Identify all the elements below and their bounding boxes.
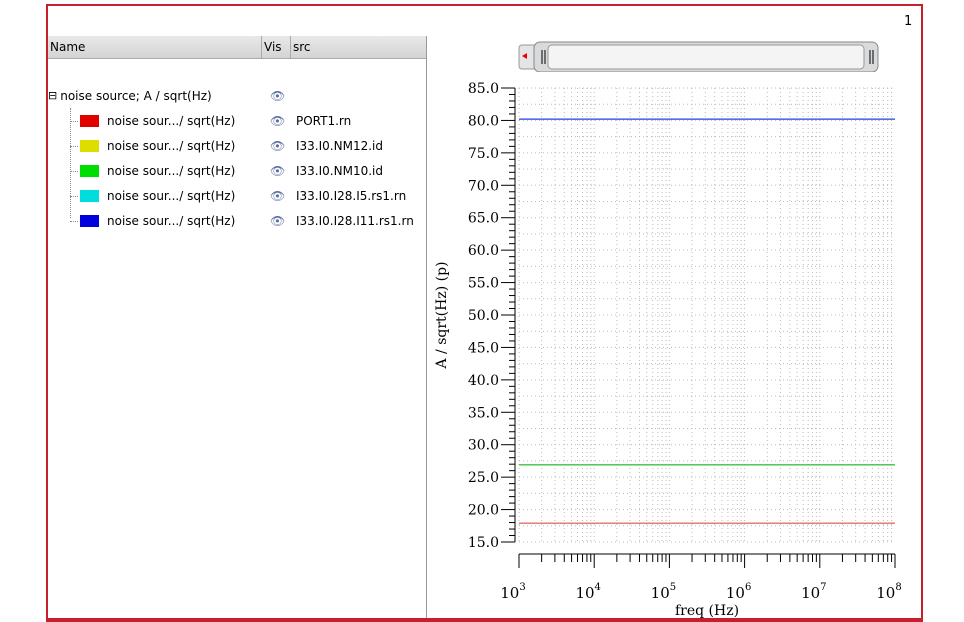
eye-icon[interactable]: 👁 bbox=[270, 86, 285, 106]
trace-tree-panel: Name Vis src ⊟ noise source; A / sqrt(Hz… bbox=[48, 36, 427, 618]
x-tick-label: 108 bbox=[876, 582, 901, 602]
trace-item[interactable]: noise sour.../ sqrt(Hz) 👁 I33.I0.NM10.id bbox=[70, 161, 383, 181]
trace-src: I33.I0.NM10.id bbox=[296, 164, 383, 178]
trace-item[interactable]: noise sour.../ sqrt(Hz) 👁 PORT1.rn bbox=[70, 111, 351, 131]
tree-root[interactable]: ⊟ noise source; A / sqrt(Hz) 👁 bbox=[48, 86, 285, 106]
eye-icon[interactable]: 👁 bbox=[270, 161, 285, 181]
trace-src: I33.I0.I28.I5.rs1.rn bbox=[296, 189, 407, 203]
y-tick-label: 75.0 bbox=[468, 146, 499, 162]
waveform-window: Name Vis src ⊟ noise source; A / sqrt(Hz… bbox=[46, 4, 923, 622]
trace-label: noise sour.../ sqrt(Hz) bbox=[107, 114, 236, 128]
trace-item[interactable]: noise sour.../ sqrt(Hz) 👁 I33.I0.I28.I5.rs… bbox=[70, 186, 406, 206]
y-tick-label: 55.0 bbox=[468, 276, 499, 292]
y-tick-label: 35.0 bbox=[468, 405, 499, 421]
trace-src: PORT1.rn bbox=[296, 114, 352, 128]
y-tick-label: 80.0 bbox=[468, 113, 499, 129]
zoom-slider[interactable] bbox=[518, 40, 880, 72]
collapse-icon[interactable]: ⊟ bbox=[48, 86, 57, 106]
x-tick-label: 106 bbox=[726, 582, 751, 602]
trace-label: noise sour.../ sqrt(Hz) bbox=[107, 139, 236, 153]
x-axis-label: freq (Hz) bbox=[675, 603, 739, 618]
x-tick-label: 103 bbox=[500, 582, 525, 602]
trace-src: I33.I0.I28.I11.rs1.rn bbox=[296, 214, 414, 228]
trace-label: noise sour.../ sqrt(Hz) bbox=[107, 214, 236, 228]
eye-icon[interactable]: 👁 bbox=[270, 186, 285, 206]
root-label: noise source; A / sqrt(Hz) bbox=[60, 89, 212, 103]
trace-src: I33.I0.NM12.id bbox=[296, 139, 383, 153]
x-tick-label: 107 bbox=[801, 582, 826, 602]
y-tick-label: 40.0 bbox=[468, 373, 499, 389]
eye-icon[interactable]: 👁 bbox=[270, 111, 285, 131]
trace-label: noise sour.../ sqrt(Hz) bbox=[107, 189, 236, 203]
y-tick-label: 50.0 bbox=[468, 308, 499, 324]
column-src[interactable]: src bbox=[291, 36, 426, 58]
y-tick-label: 20.0 bbox=[468, 503, 499, 519]
y-tick-label: 60.0 bbox=[468, 243, 499, 259]
y-tick-label: 25.0 bbox=[468, 470, 499, 486]
color-swatch[interactable] bbox=[80, 115, 99, 127]
trace-item[interactable]: noise sour.../ sqrt(Hz) 👁 I33.I0.I28.I11.r… bbox=[70, 211, 414, 231]
eye-icon[interactable]: 👁 bbox=[270, 136, 285, 156]
y-tick-label: 30.0 bbox=[468, 438, 499, 454]
y-tick-label: 45.0 bbox=[468, 340, 499, 356]
tree-header: Name Vis src bbox=[48, 36, 426, 59]
color-swatch[interactable] bbox=[80, 165, 99, 177]
window-number: 1 bbox=[904, 14, 913, 29]
trace-label: noise sour.../ sqrt(Hz) bbox=[107, 164, 236, 178]
x-tick-label: 105 bbox=[651, 582, 676, 602]
column-vis[interactable]: Vis bbox=[262, 36, 291, 58]
color-swatch[interactable] bbox=[80, 190, 99, 202]
trace-item[interactable]: noise sour.../ sqrt(Hz) 👁 I33.I0.NM12.id bbox=[70, 136, 383, 156]
y-axis-label: A / sqrt(Hz) (p) bbox=[434, 261, 450, 369]
y-tick-label: 65.0 bbox=[468, 211, 499, 227]
eye-icon[interactable]: 👁 bbox=[270, 211, 285, 231]
column-name[interactable]: Name bbox=[48, 36, 262, 58]
plot-area[interactable]: 15.0 20.0 25.0 30.0 35.0 40.0 45.0 50.0 55.0 60.0… bbox=[428, 74, 922, 618]
y-tick-label: 70.0 bbox=[468, 178, 499, 194]
y-tick-label: 15.0 bbox=[468, 535, 499, 551]
y-tick-label: 85.0 bbox=[468, 81, 499, 97]
color-swatch[interactable] bbox=[80, 215, 99, 227]
color-swatch[interactable] bbox=[80, 140, 99, 152]
x-tick-label: 104 bbox=[575, 582, 600, 602]
